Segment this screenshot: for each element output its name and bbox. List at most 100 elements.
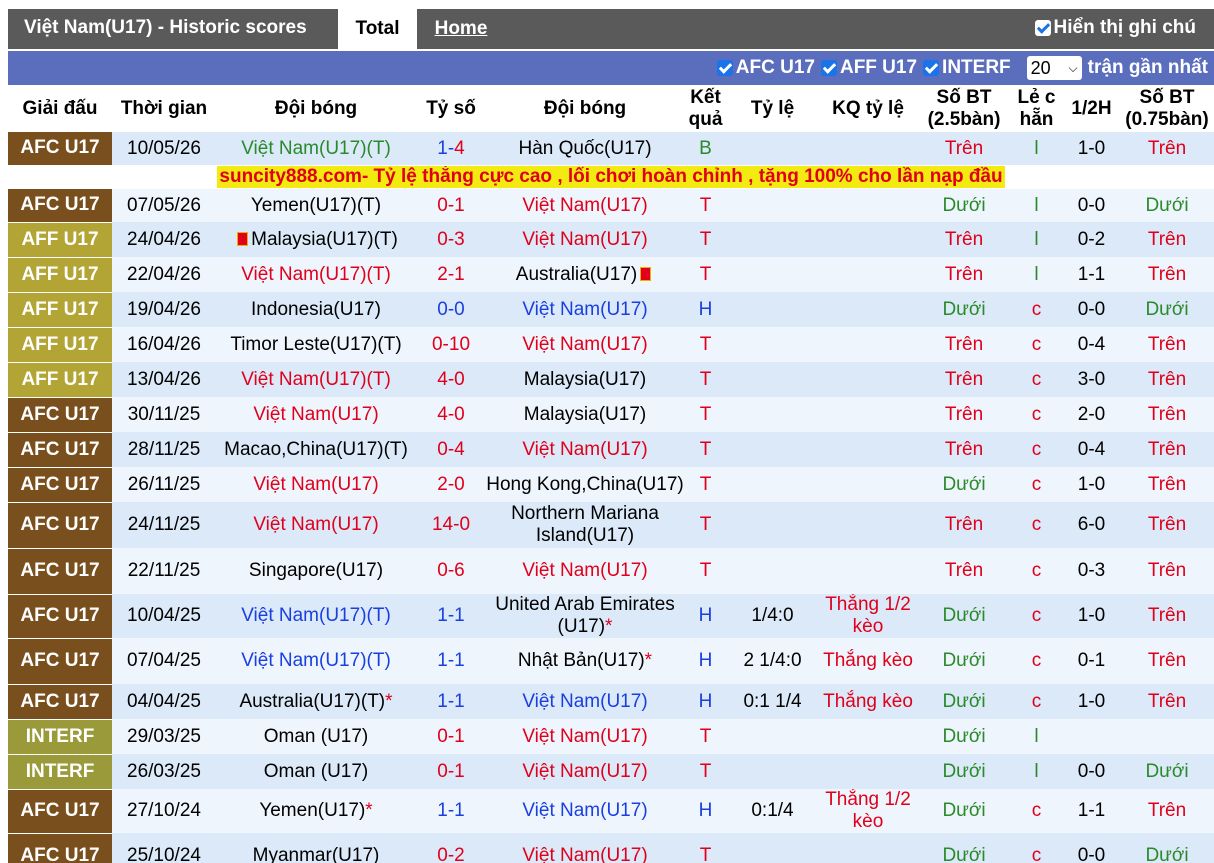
over-under-cell: Trên xyxy=(918,432,1010,467)
table-row[interactable]: AFC U17 28/11/25 Macao,China(U17)(T) 0-4 Việ… xyxy=(8,432,1214,468)
away-team-name[interactable]: Việt Nam(U17) xyxy=(522,195,647,216)
home-team-name[interactable]: Australia(U17)(T) xyxy=(239,691,385,712)
checkbox-icon[interactable] xyxy=(1034,20,1051,36)
table-row[interactable]: AFC U17 25/10/24 Myanmar(U17) 0-2 Việt Nam(U… xyxy=(8,833,1214,863)
table-row[interactable]: AFC U17 07/04/25 Việt Nam(U17)(T) 1-1 Nhật B… xyxy=(8,638,1214,685)
away-team-name[interactable]: Malaysia(U17) xyxy=(524,369,646,390)
home-team-name[interactable]: Việt Nam(U17)(T) xyxy=(241,650,391,671)
col-odds: Tỷ lệ xyxy=(727,85,818,132)
away-team-name[interactable]: Australia(U17) xyxy=(516,264,637,285)
home-team-name[interactable]: Việt Nam(U17) xyxy=(253,404,378,425)
table-row[interactable]: AFF U17 24/04/26 Malaysia(U17)(T) 0-3 Việt N… xyxy=(8,222,1214,258)
table-row[interactable]: AFC U17 10/04/25 Việt Nam(U17)(T) 1-1 United… xyxy=(8,594,1214,639)
col-league: Giải đấu xyxy=(8,85,112,132)
home-team-name[interactable]: Singapore(U17) xyxy=(249,560,383,581)
half-time-cell: 1-0 xyxy=(1063,132,1120,165)
odds-cell: 0:1/4 xyxy=(727,789,818,833)
home-team-name[interactable]: Macao,China(U17)(T) xyxy=(224,439,408,460)
table-row[interactable]: INTERF 26/03/25 Oman (U17) 0-1 Việt Nam(U17)… xyxy=(8,754,1214,790)
score-home: 2 xyxy=(437,473,448,495)
table-row[interactable]: AFC U17 27/10/24 Yemen(U17)* 1-1 Việt Nam(U1… xyxy=(8,789,1214,834)
checkbox-icon[interactable] xyxy=(923,60,940,76)
home-team-name[interactable]: Oman (U17) xyxy=(264,726,369,747)
home-team-name[interactable]: Việt Nam(U17)(T) xyxy=(241,264,391,285)
star-icon: * xyxy=(365,800,373,821)
league-cell: AFF U17 xyxy=(8,292,112,328)
date-cell: 26/11/25 xyxy=(112,467,216,502)
home-team-cell: Yemen(U17)(T) xyxy=(216,189,416,222)
advertisement-link[interactable]: suncity888.com- Tỷ lệ thắng cực cao , lố… xyxy=(217,166,1005,189)
score-home: 0 xyxy=(437,725,448,747)
score-away: 4 xyxy=(454,137,465,159)
filter-afc-u17[interactable]: AFC U17 xyxy=(716,57,815,79)
match-count-select[interactable]: 20 ⌵ xyxy=(1026,56,1082,80)
table-row[interactable]: AFC U17 24/11/25 Việt Nam(U17) 14-0 Northern… xyxy=(8,502,1214,549)
table-row[interactable]: AFC U17 30/11/25 Việt Nam(U17) 4-0 Malaysia(… xyxy=(8,397,1214,433)
away-team-name[interactable]: Việt Nam(U17) xyxy=(522,800,647,821)
table-row[interactable]: AFC U17 04/04/25 Australia(U17)(T)* 1-1 Việt… xyxy=(8,684,1214,720)
table-row[interactable]: AFF U17 22/04/26 Việt Nam(U17)(T) 2-1 Austra… xyxy=(8,257,1214,293)
away-team-name[interactable]: Việt Nam(U17) xyxy=(522,334,647,355)
home-team-name[interactable]: Yemen(U17) xyxy=(259,800,365,821)
result-cell: B xyxy=(684,132,727,165)
home-team-name[interactable]: Yemen(U17)(T) xyxy=(251,195,381,216)
away-team-name[interactable]: Malaysia(U17) xyxy=(524,404,646,425)
checkbox-icon[interactable] xyxy=(716,60,733,76)
away-team-name[interactable]: Việt Nam(U17) xyxy=(522,299,647,320)
away-team-name[interactable]: Việt Nam(U17) xyxy=(522,560,647,581)
table-row[interactable]: AFF U17 19/04/26 Indonesia(U17) 0-0 Việt Nam… xyxy=(8,292,1214,328)
home-team-name[interactable]: Timor Leste(U17)(T) xyxy=(230,334,401,355)
odds-result-cell xyxy=(818,833,918,863)
advertisement-cell[interactable]: suncity888.com- Tỷ lệ thắng cực cao , lố… xyxy=(8,165,1214,189)
away-team-name[interactable]: Việt Nam(U17) xyxy=(522,726,647,747)
home-team-name[interactable]: Việt Nam(U17)(T) xyxy=(241,369,391,390)
home-team-name[interactable]: Việt Nam(U17) xyxy=(253,514,378,535)
odds-cell xyxy=(727,502,818,548)
home-team-name[interactable]: Malaysia(U17)(T) xyxy=(251,229,398,250)
result-cell: T xyxy=(684,222,727,257)
table-row[interactable]: AFC U17 26/11/25 Việt Nam(U17) 2-0 Hong Kong… xyxy=(8,467,1214,503)
away-team-name[interactable]: Việt Nam(U17) xyxy=(522,761,647,782)
home-team-name[interactable]: Việt Nam(U17) xyxy=(253,474,378,495)
date-cell: 07/05/26 xyxy=(112,189,216,222)
over-under-cell: Dưới xyxy=(918,719,1010,754)
table-row[interactable]: AFC U17 10/05/26 Việt Nam(U17)(T) 1-4 Hàn Qu… xyxy=(8,132,1214,166)
score-home: 1 xyxy=(437,605,448,626)
odd-even-cell: c xyxy=(1010,327,1063,362)
show-tips-toggle[interactable]: Hiển thị ghi chú xyxy=(1034,17,1196,39)
score-away: 1 xyxy=(454,263,465,285)
away-team-name[interactable]: Việt Nam(U17) xyxy=(522,229,647,250)
filter-aff-u17[interactable]: AFF U17 xyxy=(820,57,917,79)
filter-interf[interactable]: INTERF xyxy=(923,57,1011,79)
table-row[interactable]: AFF U17 13/04/26 Việt Nam(U17)(T) 4-0 Malays… xyxy=(8,362,1214,398)
home-team-name[interactable]: Việt Nam(U17)(T) xyxy=(241,605,391,626)
table-row[interactable]: AFF U17 16/04/26 Timor Leste(U17)(T) 0-10 Vi… xyxy=(8,327,1214,363)
away-team-name[interactable]: Việt Nam(U17) xyxy=(522,691,647,712)
date-cell: 28/11/25 xyxy=(112,432,216,467)
checkbox-icon[interactable] xyxy=(820,60,837,76)
away-team-name[interactable]: Hong Kong,China(U17) xyxy=(486,474,684,495)
home-team-cell: Australia(U17)(T)* xyxy=(216,684,416,719)
table-row[interactable]: AFC U17 07/05/26 Yemen(U17)(T) 0-1 Việt Nam(… xyxy=(8,189,1214,223)
away-team-name[interactable]: Nhật Bản(U17) xyxy=(518,650,645,671)
advertisement-row[interactable]: suncity888.com- Tỷ lệ thắng cực cao , lố… xyxy=(8,165,1214,189)
tab-home[interactable]: Home xyxy=(420,9,502,49)
league-cell: AFC U17 xyxy=(8,789,112,834)
odds-result-cell xyxy=(818,132,918,165)
tab-total[interactable]: Total xyxy=(338,9,417,49)
over-under-075-cell: Trên xyxy=(1120,222,1214,257)
away-team-name[interactable]: Việt Nam(U17) xyxy=(522,439,647,460)
home-team-name[interactable]: Oman (U17) xyxy=(264,761,369,782)
odds-result-cell xyxy=(818,292,918,327)
away-team-name[interactable]: Hàn Quốc(U17) xyxy=(518,138,651,159)
away-team-name[interactable]: Việt Nam(U17) xyxy=(522,845,647,863)
away-team-name[interactable]: Northern Mariana Island(U17) xyxy=(511,503,659,546)
away-team-name[interactable]: United Arab Emirates (U17) xyxy=(495,594,675,637)
over-under-cell: Dưới xyxy=(918,189,1010,222)
odd-even-cell: l xyxy=(1010,132,1063,165)
home-team-name[interactable]: Indonesia(U17) xyxy=(251,299,381,320)
table-row[interactable]: AFC U17 22/11/25 Singapore(U17) 0-6 Việt Nam… xyxy=(8,548,1214,595)
home-team-name[interactable]: Myanmar(U17) xyxy=(253,845,380,863)
table-row[interactable]: INTERF 29/03/25 Oman (U17) 0-1 Việt Nam(U17)… xyxy=(8,719,1214,755)
home-team-name[interactable]: Việt Nam(U17)(T) xyxy=(241,138,391,159)
